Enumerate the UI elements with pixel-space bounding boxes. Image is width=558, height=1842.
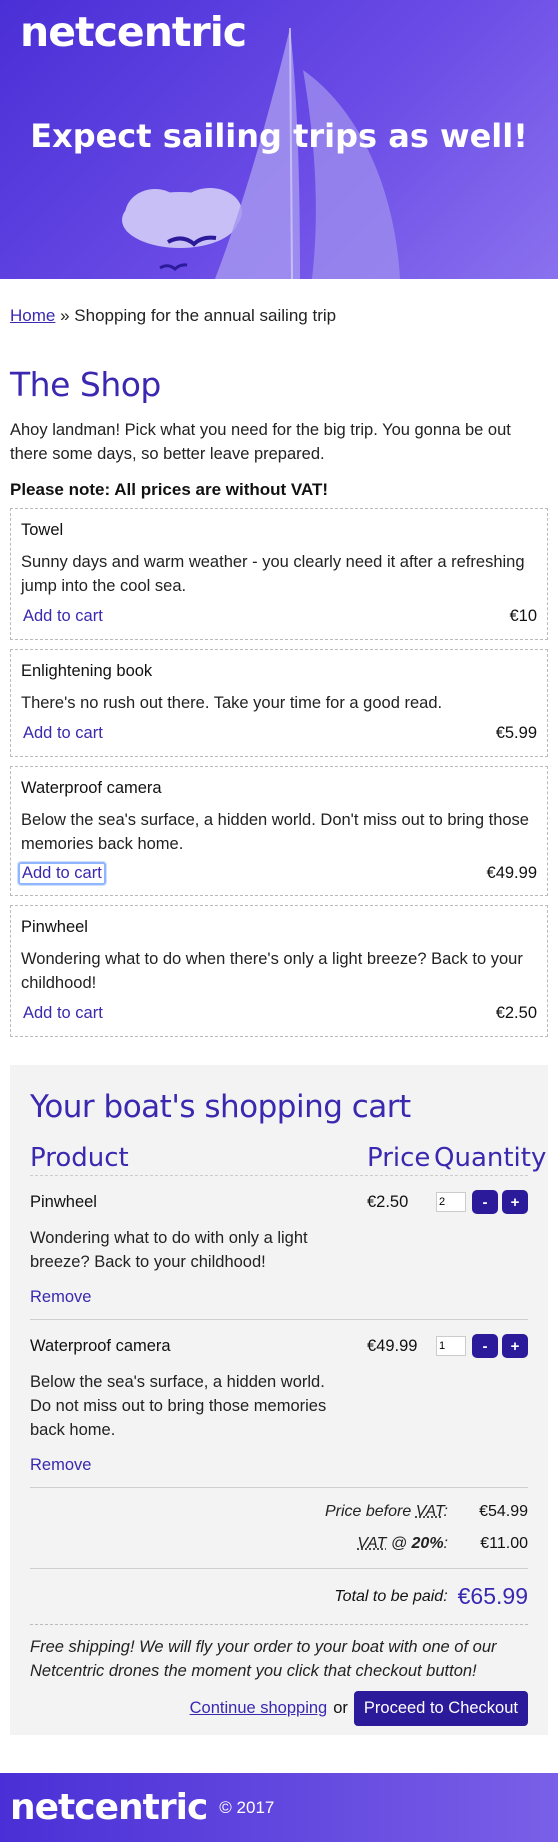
add-to-cart-button[interactable]: Add to cart (21, 721, 105, 746)
shop-section: The Shop Ahoy landman! Pick what you nee… (0, 365, 558, 1037)
product-description: Wondering what to do when there's only a… (21, 950, 523, 992)
cart-item-description: Wondering what to do with only a light b… (30, 1229, 308, 1271)
increase-quantity-button[interactable]: + (502, 1190, 528, 1214)
product-price: €2.50 (495, 1004, 537, 1022)
vat-at: @ (386, 1535, 412, 1552)
shopping-cart: Your boat's shopping cart Product Price … (10, 1065, 548, 1735)
product-card: Pinwheel Wondering what to do when there… (10, 905, 548, 1037)
breadcrumb-home-link[interactable]: Home (10, 306, 55, 325)
site-footer: netcentric © 2017 (0, 1773, 558, 1842)
vat-label: VAT @ 20%: (357, 1535, 448, 1553)
remove-item-button[interactable]: Remove (30, 1288, 91, 1306)
product-description: Sunny days and warm weather - you clearl… (21, 553, 525, 595)
price-before-vat-label: Price before VAT: (325, 1503, 448, 1521)
add-to-cart-button[interactable]: Add to cart (18, 862, 106, 885)
hero-headline: Expect sailing trips as well! (30, 117, 528, 155)
total-value: €65.99 (457, 1583, 528, 1609)
product-name: Towel (21, 521, 64, 539)
header-quantity: Quantity (434, 1143, 547, 1173)
price-before-vat-row: Price before VAT: €54.99 (30, 1496, 528, 1528)
or-text: or (333, 1699, 348, 1717)
breadcrumb: Home » Shopping for the annual sailing t… (0, 301, 558, 331)
shop-intro: Ahoy landman! Pick what you need for the… (10, 421, 511, 463)
product-card: Towel Sunny days and warm weather - you … (10, 508, 548, 640)
cart-title: Your boat's shopping cart (30, 1089, 411, 1125)
vat-abbreviation: VAT (415, 1503, 444, 1520)
decrease-quantity-button[interactable]: - (472, 1334, 498, 1358)
product-name: Enlightening book (21, 662, 153, 680)
header-product: Product (30, 1143, 129, 1173)
checkout-actions: Continue shopping or Proceed to Checkout (30, 1691, 528, 1726)
quantity-input[interactable] (436, 1336, 466, 1356)
breadcrumb-separator: » (60, 306, 70, 325)
vat-value: €11.00 (480, 1535, 528, 1552)
breadcrumb-current: Shopping for the annual sailing trip (74, 306, 337, 325)
product-name: Waterproof camera (21, 779, 162, 797)
cart-item-price: €49.99 (367, 1336, 418, 1355)
continue-shopping-link[interactable]: Continue shopping (190, 1699, 328, 1718)
header-price: Price (367, 1143, 431, 1173)
quantity-stepper: - + (434, 1190, 528, 1214)
shipping-note: Free shipping! We will fly your order to… (30, 1638, 497, 1680)
product-description: Below the sea's surface, a hidden world.… (21, 811, 529, 853)
product-card: Waterproof camera Below the sea's surfac… (10, 766, 548, 896)
brand-logo[interactable]: netcentric (20, 8, 247, 56)
product-description: There's no rush out there. Take your tim… (21, 694, 443, 712)
copyright-text: © 2017 (219, 1797, 275, 1817)
cart-item-name: Waterproof camera (30, 1336, 171, 1355)
product-price: €49.99 (486, 864, 537, 882)
vat-row: VAT @ 20%: €11.00 (30, 1528, 528, 1560)
cart-item-description: Below the sea's surface, a hidden world.… (30, 1373, 327, 1439)
quantity-stepper: - + (434, 1334, 528, 1358)
total-label: Total to be paid: (334, 1587, 448, 1605)
decrease-quantity-button[interactable]: - (472, 1190, 498, 1214)
increase-quantity-button[interactable]: + (502, 1334, 528, 1358)
label-text: Price before (324, 1503, 416, 1520)
cart-item-price: €2.50 (367, 1192, 409, 1211)
total-row: Total to be paid: €65.99 (30, 1569, 528, 1625)
add-to-cart-button[interactable]: Add to cart (21, 604, 105, 629)
cart-item: Pinwheel €2.50 - + Wondering what to do … (30, 1176, 528, 1320)
remove-item-button[interactable]: Remove (30, 1456, 91, 1474)
quantity-input[interactable] (436, 1192, 466, 1212)
product-card: Enlightening book There's no rush out th… (10, 649, 548, 757)
hero-banner: netcentric Expect sailing trips as well! (0, 0, 558, 279)
vat-note: Please note: All prices are without VAT! (10, 480, 329, 499)
proceed-to-checkout-button[interactable]: Proceed to Checkout (353, 1691, 528, 1726)
product-price: €10 (509, 607, 537, 625)
footer-logo[interactable]: netcentric (10, 1787, 208, 1828)
cart-header-row: Product Price Quantity (30, 1143, 547, 1176)
price-before-vat-value: €54.99 (479, 1503, 528, 1520)
cart-subtotals: Price before VAT: €54.99 VAT @ 20%: €11.… (30, 1488, 528, 1569)
vat-rate: 20% (411, 1535, 444, 1552)
page-title: The Shop (10, 365, 161, 404)
product-name: Pinwheel (21, 918, 88, 936)
cart-item: Waterproof camera €49.99 - + Below the s… (30, 1320, 528, 1488)
add-to-cart-button[interactable]: Add to cart (21, 1001, 105, 1026)
product-price: €5.99 (495, 724, 537, 742)
cart-item-name: Pinwheel (30, 1192, 97, 1211)
vat-abbreviation: VAT (357, 1535, 387, 1552)
